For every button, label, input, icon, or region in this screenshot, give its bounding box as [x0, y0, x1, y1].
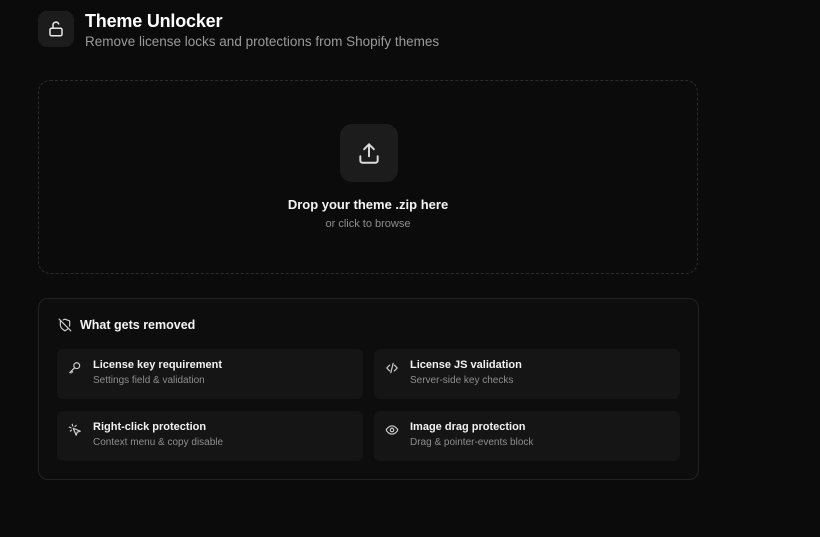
removed-item-right-click: Right-click protection Context menu & co… — [57, 411, 363, 461]
removed-panel: What gets removed License key requiremen… — [38, 298, 699, 480]
app-header: Theme Unlocker Remove license locks and … — [38, 11, 439, 50]
removed-item-title: License JS validation — [410, 359, 522, 371]
code-icon — [386, 362, 398, 374]
unlock-icon — [49, 21, 63, 37]
page: Theme Unlocker Remove license locks and … — [0, 0, 820, 537]
removed-panel-header: What gets removed — [58, 318, 195, 332]
upload-badge — [340, 124, 398, 182]
removed-item-title: Right-click protection — [93, 421, 207, 433]
removed-item-title: License key requirement — [93, 359, 223, 371]
removed-item-license-js: License JS validation Server-side key ch… — [374, 349, 680, 399]
removed-item-subtitle: Settings field & validation — [93, 375, 205, 386]
app-subtitle: Remove license locks and protections fro… — [85, 34, 440, 49]
app-title: Theme Unlocker — [85, 11, 223, 31]
removed-item-license-key: License key requirement Settings field &… — [57, 349, 363, 399]
logo-badge — [38, 11, 74, 47]
removed-item-title: Image drag protection — [410, 421, 526, 433]
theme-dropzone[interactable]: Drop your theme .zip here or click to br… — [38, 80, 698, 274]
cursor-click-icon — [68, 423, 81, 436]
dropzone-title: Drop your theme .zip here — [287, 197, 449, 212]
upload-icon — [359, 143, 379, 164]
removed-item-subtitle: Context menu & copy disable — [93, 437, 224, 448]
removed-item-image-drag: Image drag protection Drag & pointer-eve… — [374, 411, 680, 461]
browse-link[interactable]: or click to browse — [39, 218, 697, 230]
removed-item-subtitle: Server-side key checks — [410, 375, 514, 386]
title-group: Theme Unlocker Remove license locks and … — [85, 11, 439, 50]
key-icon — [69, 362, 81, 374]
removed-item-subtitle: Drag & pointer-events block — [410, 437, 534, 448]
eye-icon — [385, 425, 399, 435]
shield-off-icon — [58, 318, 72, 332]
removed-panel-title: What gets removed — [80, 318, 196, 332]
